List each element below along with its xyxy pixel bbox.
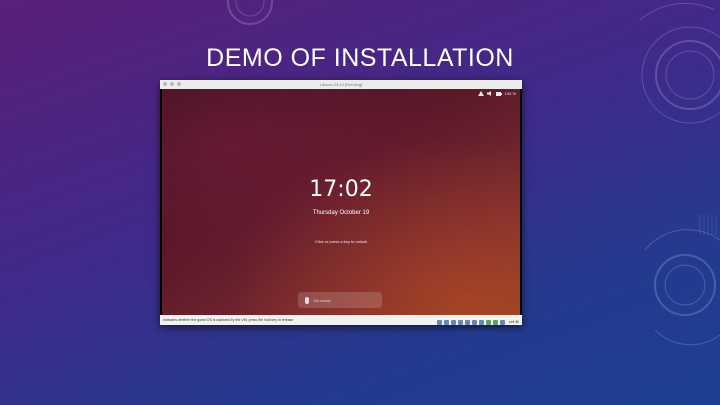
- close-window-button[interactable]: [163, 82, 167, 86]
- volume-icon[interactable]: [486, 91, 493, 96]
- maximize-window-button[interactable]: [177, 82, 181, 86]
- system-tray[interactable]: 100 %: [477, 91, 516, 96]
- minimize-window-button[interactable]: [170, 82, 174, 86]
- vm-window[interactable]: Ubuntu 23.10 [Running] 100 % 17:02 Thurs…: [160, 80, 522, 325]
- statusbar-hint: Indicates whether the guest OS is captur…: [163, 318, 294, 322]
- media-notification[interactable]: No music: [298, 292, 382, 308]
- vm-statusbar: Indicates whether the guest OS is captur…: [160, 315, 522, 325]
- hard-disk-icon[interactable]: [436, 319, 442, 325]
- lock-screen[interactable]: 100 % 17:02 Thursday October 19 Click or…: [162, 89, 520, 315]
- unlock-hint: Click or press a key to unlock: [314, 239, 368, 244]
- host-key-label: Left ⌘: [508, 320, 519, 324]
- notification-text: No music: [314, 297, 331, 303]
- slide-title: DEMO OF INSTALLATION: [206, 44, 514, 72]
- usb-icon[interactable]: [464, 319, 470, 325]
- vm-titlebar[interactable]: Ubuntu 23.10 [Running]: [160, 80, 522, 89]
- battery-level: 100 %: [504, 91, 516, 96]
- vm-window-title: Ubuntu 23.10 [Running]: [319, 82, 363, 87]
- network-icon[interactable]: [477, 91, 484, 96]
- optical-drive-icon[interactable]: [443, 319, 449, 325]
- lock-date: Thursday October 19: [312, 210, 370, 216]
- network-adapter-icon[interactable]: [457, 319, 463, 325]
- window-controls[interactable]: [163, 82, 181, 86]
- battery-icon[interactable]: [495, 91, 502, 96]
- recording-icon[interactable]: [485, 319, 491, 325]
- lock-clock: 17:02: [309, 177, 373, 202]
- cpu-activity-icon[interactable]: [492, 319, 498, 325]
- display-icon[interactable]: [478, 319, 484, 325]
- audio-icon[interactable]: [450, 319, 456, 325]
- mouse-integration-icon[interactable]: [499, 319, 505, 325]
- microphone-icon: [305, 296, 309, 304]
- shared-folders-icon[interactable]: [471, 319, 477, 325]
- statusbar-icons[interactable]: Left ⌘: [436, 317, 519, 327]
